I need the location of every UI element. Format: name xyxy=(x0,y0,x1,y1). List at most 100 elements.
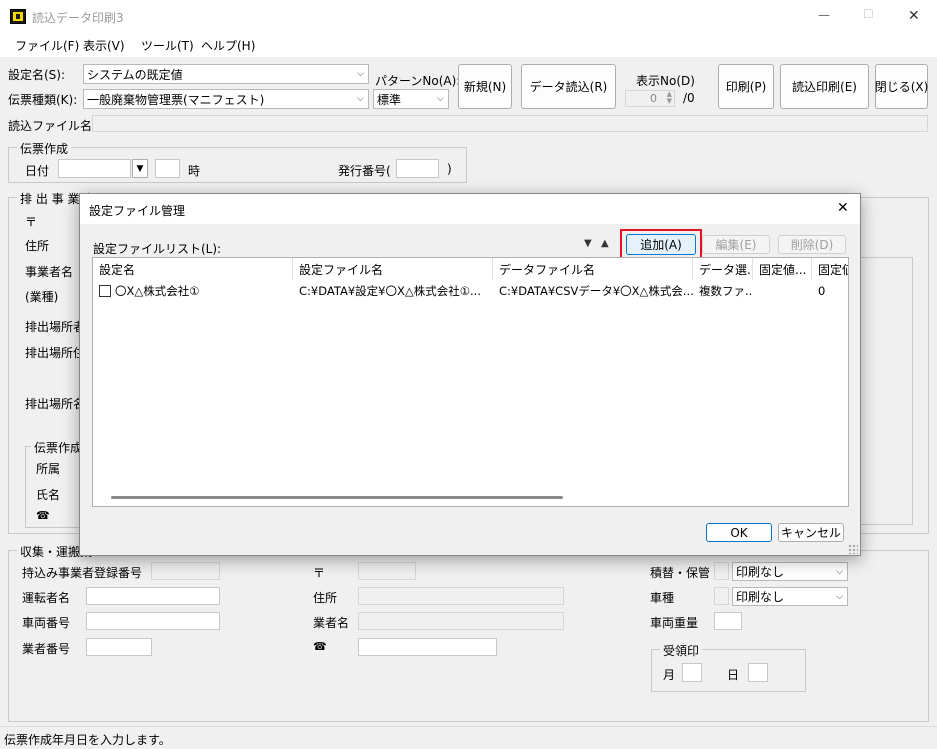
dialog-title-bar: 設定ファイル管理 ✕ xyxy=(80,194,860,224)
column-header-name[interactable]: 設定名 xyxy=(93,258,293,280)
issue-no-close: ) xyxy=(447,162,452,176)
chevron-down-icon: ⌵ xyxy=(836,566,843,577)
slip-type-label: 伝票種類(K): xyxy=(8,93,78,107)
column-header-fixed-2[interactable]: 固定値 xyxy=(812,258,848,280)
status-text: 伝票作成年月日を入力します。 xyxy=(4,733,171,747)
day-field[interactable] xyxy=(748,663,768,682)
collection-phone-icon: ☎ xyxy=(313,640,327,653)
chevron-down-icon: ⌵ xyxy=(357,69,364,79)
vehicle-type-select[interactable]: 印刷なし ⌵ xyxy=(732,587,848,606)
window-close-button[interactable]: ✕ xyxy=(908,8,920,24)
load-file-field xyxy=(92,115,928,132)
date-field[interactable] xyxy=(58,159,131,178)
print-button[interactable]: 印刷(P) xyxy=(718,64,774,109)
horizontal-scrollbar[interactable] xyxy=(111,496,563,499)
display-no-value: 0 xyxy=(650,92,657,105)
emitter-address-label: 住所 xyxy=(25,239,50,253)
issue-no-label: 発行番号( xyxy=(338,164,391,178)
department-label: 所属 xyxy=(36,462,61,476)
column-header-fixed-1[interactable]: 固定値... xyxy=(753,258,812,280)
slip-create-title: 伝票作成 xyxy=(17,140,72,157)
creator-group-title: 伝票作成 xyxy=(31,439,86,456)
hour-label: 時 xyxy=(188,164,201,178)
ok-button[interactable]: OK xyxy=(706,523,772,542)
data-load-button[interactable]: データ読込(R) xyxy=(521,64,616,109)
row-name: 〇X△株式会社① xyxy=(115,284,200,298)
maximize-button[interactable]: ☐ xyxy=(863,7,874,21)
vehicle-type-checkbox[interactable] xyxy=(714,587,729,605)
settings-file-list[interactable]: 設定名 設定ファイル名 データファイル名 データ選... 固定値... 固定値 … xyxy=(92,257,849,507)
setting-name-value: システムの既定値 xyxy=(87,67,183,82)
hour-field[interactable] xyxy=(155,159,180,178)
status-bar: 伝票作成年月日を入力します。 xyxy=(0,726,937,749)
menu-tools[interactable]: ツール(T) xyxy=(141,37,194,54)
collection-phone-field[interactable] xyxy=(358,638,497,656)
vehicle-no-label: 車両番号 xyxy=(22,616,71,630)
emitter-business-label: 事業者名 xyxy=(25,265,74,279)
month-field[interactable] xyxy=(682,663,702,682)
load-file-label: 読込ファイル名 xyxy=(8,119,93,133)
vehicle-type-label: 車種 xyxy=(650,591,675,605)
pattern-select[interactable]: 標準 ⌵ xyxy=(373,89,449,109)
dialog-title: 設定ファイル管理 xyxy=(89,204,186,218)
add-button[interactable]: 追加(A) xyxy=(626,234,696,255)
row-fixed-1 xyxy=(753,282,812,300)
edit-button[interactable]: 編集(E) xyxy=(702,235,770,254)
minimize-button[interactable]: — xyxy=(818,8,830,22)
delete-button[interactable]: 削除(D) xyxy=(778,235,846,254)
resize-grip-icon[interactable] xyxy=(848,544,858,554)
emitter-site-label-2: 排出場所住 xyxy=(25,346,86,360)
vehicle-no-field[interactable] xyxy=(86,612,220,630)
vehicle-weight-field[interactable] xyxy=(714,612,742,630)
company-no-label: 業者番号 xyxy=(22,642,71,656)
window-title: 読込データ印刷3 xyxy=(32,11,124,25)
move-up-button[interactable]: ▲ xyxy=(601,238,609,249)
new-button[interactable]: 新規(N) xyxy=(458,64,512,109)
cancel-button[interactable]: キャンセル xyxy=(778,523,844,542)
company-name-field xyxy=(358,612,564,630)
table-row[interactable]: 〇X△株式会社① C:¥DATA¥設定¥〇X△株式会社①... C:¥DATA¥… xyxy=(93,282,848,300)
transfer-value: 印刷なし xyxy=(736,565,785,579)
menu-file[interactable]: ファイル(F) xyxy=(15,37,79,54)
load-print-button[interactable]: 読込印刷(E) xyxy=(780,64,869,109)
menu-view[interactable]: 表示(V) xyxy=(83,37,125,54)
column-header-data-file[interactable]: データファイル名 xyxy=(493,258,693,280)
registration-no-field xyxy=(151,562,220,580)
collection-postal-label: 〒 xyxy=(313,566,326,580)
collection-address-label: 住所 xyxy=(313,591,338,605)
registration-no-label: 持込み事業者登録番号 xyxy=(22,566,143,580)
issue-no-field[interactable] xyxy=(396,159,439,178)
dropdown-arrow-icon: ▼ xyxy=(136,163,144,174)
emitter-postal-label: 〒 xyxy=(25,215,38,229)
vehicle-weight-label: 車両重量 xyxy=(650,616,699,630)
slip-type-select[interactable]: 一般廃棄物管理票(マニフェスト) ⌵ xyxy=(83,89,369,109)
settings-file-dialog: 設定ファイル管理 ✕ 設定ファイルリスト(L): ▼ ▲ 追加(A) 編集(E)… xyxy=(79,193,861,556)
name-label: 氏名 xyxy=(36,488,61,502)
company-name-label: 業者名 xyxy=(313,616,350,630)
display-no-total: /0 xyxy=(683,91,695,105)
list-label: 設定ファイルリスト(L): xyxy=(93,242,222,256)
menu-help[interactable]: ヘルプ(H) xyxy=(201,37,255,54)
column-header-data-select[interactable]: データ選... xyxy=(693,258,753,280)
date-label: 日付 xyxy=(25,164,50,178)
display-no-spinner[interactable]: 0 ▲ ▼ xyxy=(625,90,675,107)
emitter-site-label-3: 排出場所名 xyxy=(25,397,86,411)
close-button[interactable]: 閉じる(X) xyxy=(875,64,928,109)
transfer-checkbox[interactable] xyxy=(714,562,729,580)
spinner-arrows-icon: ▲ ▼ xyxy=(666,90,672,105)
chevron-down-icon: ⌵ xyxy=(437,94,444,104)
move-down-button[interactable]: ▼ xyxy=(584,238,592,249)
column-header-setting-file[interactable]: 設定ファイル名 xyxy=(293,258,493,280)
driver-field[interactable] xyxy=(86,587,220,605)
transfer-label: 積替・保管 xyxy=(650,566,711,580)
dialog-close-button[interactable]: ✕ xyxy=(837,200,849,216)
setting-name-select[interactable]: システムの既定値 ⌵ xyxy=(83,64,369,84)
company-no-field[interactable] xyxy=(86,638,152,656)
transfer-select[interactable]: 印刷なし ⌵ xyxy=(732,562,848,581)
row-data-file: C:¥DATA¥CSVデータ¥〇X△株式会... xyxy=(499,284,693,298)
row-data-select: 複数ファ... xyxy=(699,284,753,298)
date-dropdown-button[interactable]: ▼ xyxy=(132,159,148,178)
driver-label: 運転者名 xyxy=(22,591,71,605)
emitter-site-label-1: 排出場所者 xyxy=(25,320,86,334)
setting-name-label: 設定名(S): xyxy=(8,68,66,82)
